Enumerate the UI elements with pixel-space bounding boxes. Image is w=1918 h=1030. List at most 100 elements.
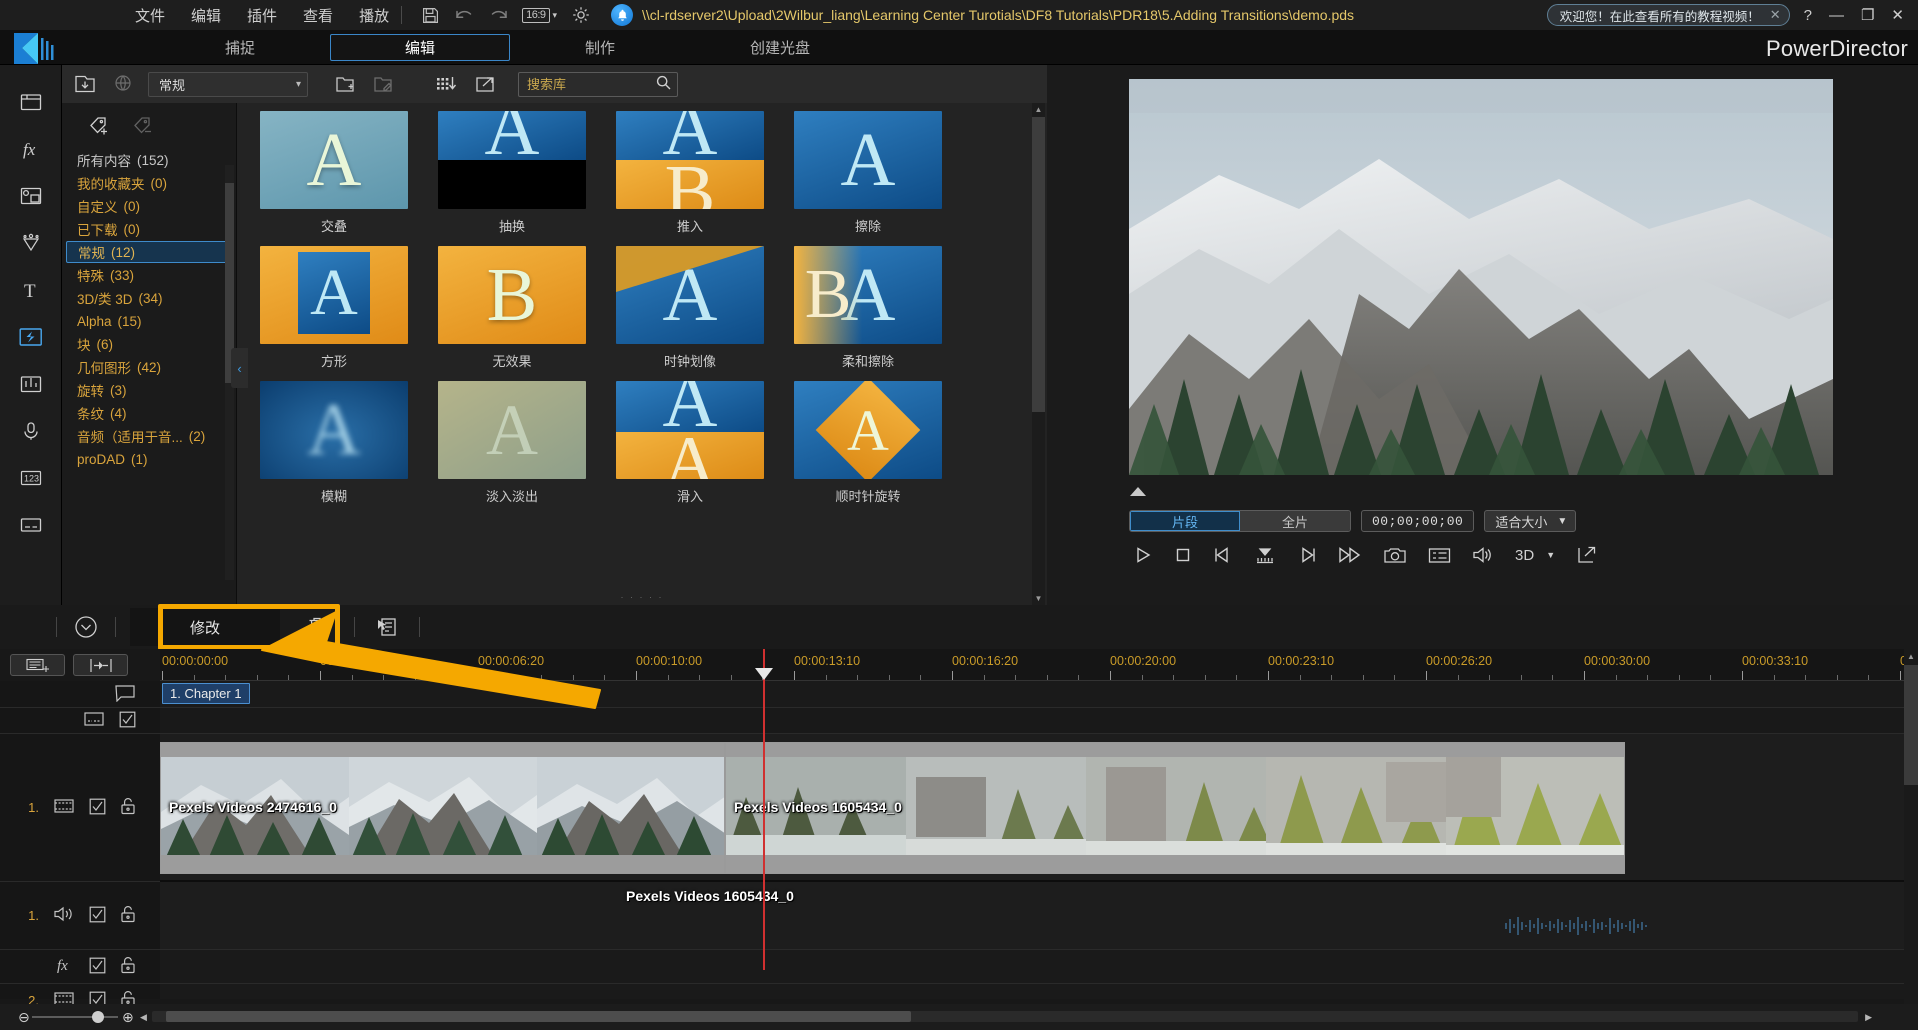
video-track-icon[interactable] bbox=[53, 797, 75, 818]
track-lock-icon[interactable] bbox=[120, 905, 136, 926]
transition-room-icon[interactable] bbox=[14, 322, 48, 352]
trash-icon[interactable] bbox=[294, 616, 340, 638]
library-collapse-button[interactable]: ‹ bbox=[231, 348, 248, 388]
transition-thumbnail[interactable]: B bbox=[438, 246, 586, 344]
track-header-0[interactable] bbox=[0, 681, 160, 708]
hscroll-track[interactable]: ◀ ▶ bbox=[152, 1011, 1858, 1022]
category-item-11[interactable]: 条纹(4) bbox=[66, 402, 232, 424]
preview-scrub-handle[interactable] bbox=[1130, 487, 1146, 496]
transition-item-1[interactable]: A抽换 bbox=[423, 111, 601, 246]
vscroll-up-icon[interactable]: ▲ bbox=[1904, 649, 1918, 661]
transition-item-2[interactable]: AB推入 bbox=[601, 111, 779, 246]
track-header-4[interactable]: fx bbox=[0, 950, 160, 984]
category-item-12[interactable]: 音频（适用于音...(2) bbox=[66, 425, 232, 447]
chapter-marker-icon[interactable] bbox=[114, 684, 136, 705]
promo-close-icon[interactable]: ✕ bbox=[1770, 7, 1781, 23]
preview-mode-clip[interactable]: 片段 bbox=[1130, 511, 1240, 531]
library-search[interactable] bbox=[518, 72, 678, 97]
transition-thumbnail[interactable]: A bbox=[438, 111, 586, 209]
timeline-clip[interactable]: Pexels Videos 1605434_0 bbox=[725, 742, 1625, 874]
audio-mixing-room-icon[interactable] bbox=[14, 369, 48, 399]
subtitle-track-icon[interactable] bbox=[83, 710, 105, 731]
voice-over-icon[interactable] bbox=[14, 416, 48, 446]
menu-plugin[interactable]: 插件 bbox=[247, 5, 277, 26]
subtitle-room-icon[interactable] bbox=[14, 510, 48, 540]
category-item-7[interactable]: Alpha(15) bbox=[66, 310, 232, 332]
search-icon[interactable] bbox=[656, 75, 671, 93]
transition-item-5[interactable]: B无效果 bbox=[423, 246, 601, 381]
audio-track-1[interactable]: Pexels Videos 1605434_0 bbox=[160, 882, 1918, 950]
play-button[interactable] bbox=[1133, 544, 1153, 566]
preview-mode-movie[interactable]: 全片 bbox=[1240, 511, 1350, 531]
transition-thumbnail[interactable]: A bbox=[438, 381, 586, 479]
redo-icon[interactable] bbox=[488, 5, 508, 25]
category-item-5[interactable]: 特殊(33) bbox=[66, 264, 232, 286]
help-button[interactable]: ? bbox=[1804, 8, 1812, 23]
menu-file[interactable]: 文件 bbox=[135, 5, 165, 26]
download-cloud-icon[interactable] bbox=[110, 71, 136, 97]
category-item-10[interactable]: 旋转(3) bbox=[66, 379, 232, 401]
preview-video[interactable] bbox=[1129, 79, 1833, 475]
transition-item-11[interactable]: A顺时针旋转 bbox=[779, 381, 957, 516]
minimize-button[interactable]: — bbox=[1829, 8, 1844, 23]
pip-object-room-icon[interactable] bbox=[14, 181, 48, 211]
sort-icon[interactable] bbox=[434, 71, 460, 97]
tag-remove-icon[interactable] bbox=[132, 115, 158, 140]
category-item-3[interactable]: 已下载(0) bbox=[66, 218, 232, 240]
chapter-track[interactable]: 1. Chapter 1 bbox=[160, 681, 1918, 708]
preview-scrubber[interactable] bbox=[1129, 485, 1833, 501]
transition-item-6[interactable]: A时钟划像 bbox=[601, 246, 779, 381]
track-enable-checkbox[interactable] bbox=[89, 798, 106, 818]
panel-resize-grip[interactable]: · · · · · bbox=[621, 592, 664, 602]
chapter-room-icon[interactable]: 123 bbox=[14, 463, 48, 493]
zoom-in-icon[interactable]: ⊕ bbox=[122, 1009, 134, 1026]
category-item-8[interactable]: 块(6) bbox=[66, 333, 232, 355]
vscroll-thumb[interactable] bbox=[1904, 665, 1918, 785]
transition-thumbnail[interactable]: A bbox=[260, 381, 408, 479]
search-input[interactable] bbox=[527, 77, 647, 92]
transition-item-4[interactable]: BA方形 bbox=[245, 246, 423, 381]
category-item-2[interactable]: 自定义(0) bbox=[66, 195, 232, 217]
hscroll-thumb[interactable] bbox=[166, 1011, 911, 1022]
clip-designer-icon[interactable] bbox=[369, 616, 405, 638]
hscroll-right-icon[interactable]: ▶ bbox=[1865, 1012, 1872, 1023]
menu-play[interactable]: 播放 bbox=[359, 5, 389, 26]
hscroll-left-icon[interactable]: ◀ bbox=[140, 1012, 147, 1023]
undo-icon[interactable] bbox=[454, 5, 474, 25]
track-enable-checkbox[interactable] bbox=[119, 711, 136, 731]
timeline-zoom-slider[interactable]: ⊖ ⊕ bbox=[18, 1010, 133, 1024]
transition-thumbnail[interactable]: A bbox=[794, 111, 942, 209]
transition-thumbnail[interactable]: AA bbox=[616, 381, 764, 479]
preview-fit-dropdown[interactable]: 适合大小 ▼ bbox=[1484, 510, 1576, 532]
track-enable-checkbox[interactable] bbox=[89, 906, 106, 926]
timeline-ruler[interactable]: 00:00:00:0000:00:03:1000:00:06:2000:00:1… bbox=[160, 649, 1918, 681]
previous-frame-button[interactable] bbox=[1213, 544, 1233, 566]
volume-button[interactable] bbox=[1472, 544, 1494, 566]
timeline-clip[interactable]: Pexels Videos 2474616_0 bbox=[160, 742, 725, 874]
transition-grid-scrollbar[interactable]: ▲ ▼ bbox=[1032, 103, 1045, 605]
modify-button[interactable]: 修改 bbox=[130, 608, 280, 646]
stop-button[interactable] bbox=[1174, 544, 1192, 566]
category-item-1[interactable]: 我的收藏夹(0) bbox=[66, 172, 232, 194]
transition-item-7[interactable]: AB柔和擦除 bbox=[779, 246, 957, 381]
track-header-1[interactable] bbox=[0, 708, 160, 734]
promo-banner[interactable]: 欢迎您！在此查看所有的教程视频！ ✕ bbox=[1547, 4, 1790, 26]
save-icon[interactable] bbox=[420, 5, 440, 25]
preview-mode-toggle[interactable]: 片段 全片 bbox=[1129, 510, 1351, 532]
zoom-out-icon[interactable]: ⊖ bbox=[18, 1009, 30, 1026]
transition-item-9[interactable]: A淡入淡出 bbox=[423, 381, 601, 516]
transition-item-10[interactable]: AA滑入 bbox=[601, 381, 779, 516]
transition-thumbnail[interactable]: A bbox=[260, 111, 408, 209]
tag-add-icon[interactable] bbox=[88, 115, 114, 140]
maximize-button[interactable]: ❐ bbox=[1861, 8, 1874, 23]
import-media-icon[interactable] bbox=[72, 71, 98, 97]
effect-room-icon[interactable]: fx bbox=[14, 134, 48, 164]
track-manager-icon[interactable] bbox=[10, 654, 65, 676]
tab-edit[interactable]: 编辑 bbox=[330, 34, 510, 61]
grid-scroll-thumb[interactable] bbox=[1032, 117, 1045, 412]
edit-folder-icon[interactable] bbox=[370, 71, 396, 97]
tab-create-disc[interactable]: 创建光盘 bbox=[690, 34, 870, 61]
expand-view-icon[interactable] bbox=[472, 71, 498, 97]
preview-list-button[interactable] bbox=[1428, 544, 1451, 566]
category-item-0[interactable]: 所有内容(152) bbox=[66, 149, 232, 171]
